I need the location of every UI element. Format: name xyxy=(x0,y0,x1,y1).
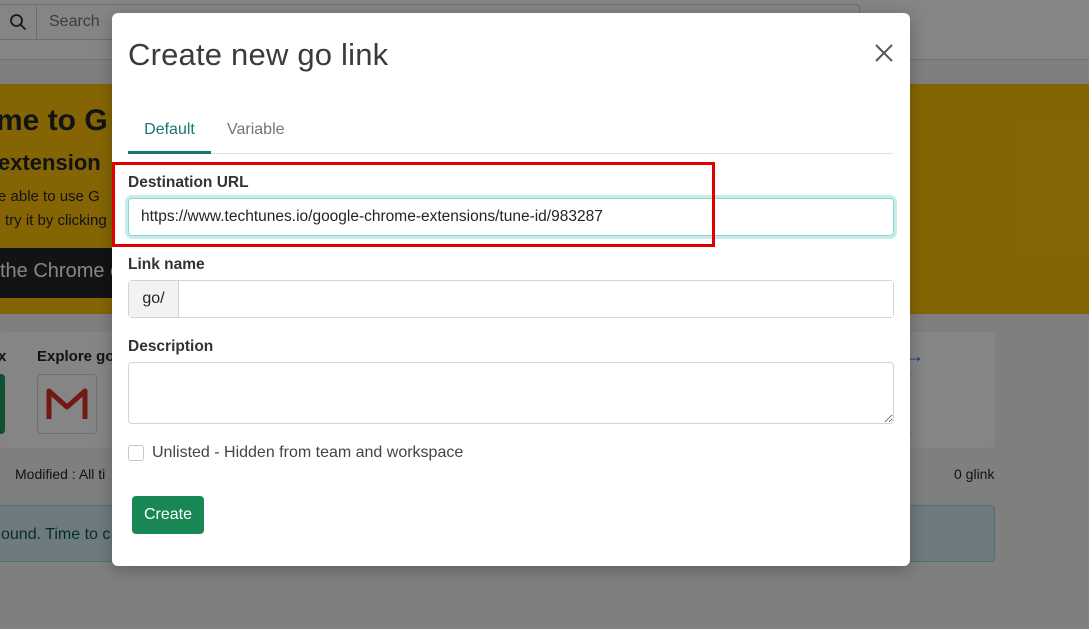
tab-bar: Default Variable xyxy=(128,113,893,154)
description-textarea[interactable] xyxy=(128,362,894,424)
unlisted-label[interactable]: Unlisted - Hidden from team and workspac… xyxy=(152,444,463,462)
tab-variable[interactable]: Variable xyxy=(227,113,287,153)
close-icon[interactable] xyxy=(872,41,896,65)
link-name-label: Link name xyxy=(128,256,205,273)
link-name-prefix: go/ xyxy=(129,281,179,317)
unlisted-option[interactable]: Unlisted - Hidden from team and workspac… xyxy=(128,443,463,463)
destination-url-label: Destination URL xyxy=(128,174,249,191)
link-name-group: go/ xyxy=(128,280,894,318)
unlisted-checkbox[interactable] xyxy=(128,445,144,461)
link-name-input[interactable] xyxy=(179,281,893,317)
create-button[interactable]: Create xyxy=(132,496,204,534)
create-go-link-modal: Create new go link Default Variable Dest… xyxy=(112,13,910,566)
tab-default[interactable]: Default xyxy=(128,113,211,154)
destination-url-input[interactable] xyxy=(128,198,894,236)
modal-title: Create new go link xyxy=(128,37,389,72)
description-label: Description xyxy=(128,338,214,355)
